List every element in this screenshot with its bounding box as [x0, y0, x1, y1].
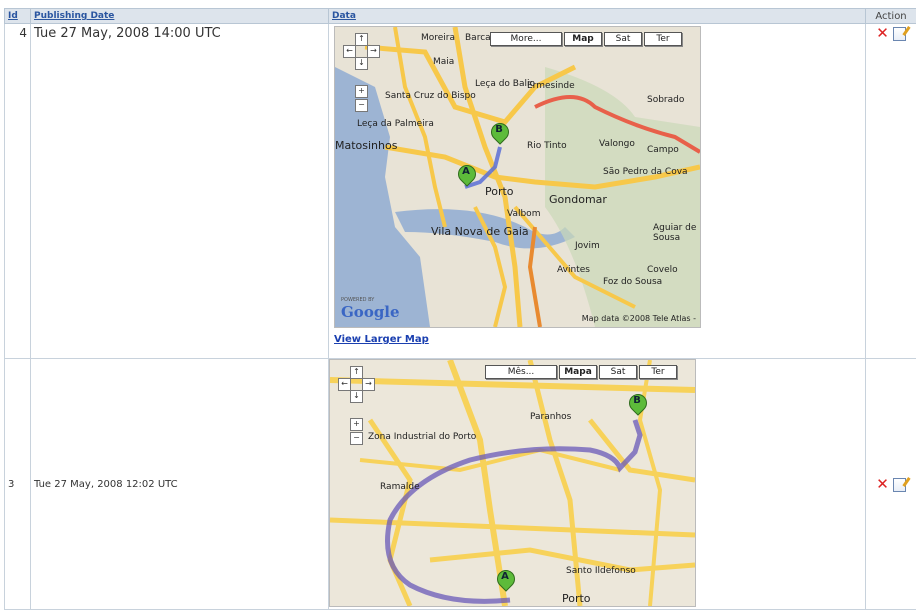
- map-place-label: Foz do Sousa: [603, 277, 662, 287]
- map-place-label: Porto: [485, 185, 514, 198]
- zoom-out-icon[interactable]: −: [355, 99, 368, 112]
- route-marker-a[interactable]: A: [497, 570, 513, 592]
- zoom-in-icon[interactable]: +: [350, 418, 363, 431]
- delete-x-icon[interactable]: ✕: [876, 26, 889, 40]
- map-more-button[interactable]: More...: [490, 32, 562, 46]
- row-actions: ✕: [866, 24, 916, 359]
- route-map[interactable]: More... Map Sat Ter ↑ ← → ↓ + − Moreira: [334, 26, 701, 328]
- map-place-label: Moreira: [421, 33, 455, 43]
- map-more-button[interactable]: Mês...: [485, 365, 557, 379]
- pan-right-icon[interactable]: →: [367, 45, 380, 58]
- table-row: 3 Tue 27 May, 2008 12:02 UTC: [5, 359, 916, 610]
- map-place-label: Aguiar de Sousa: [653, 223, 700, 243]
- records-table: Id Publishing Date Data Action 4 Tue 27 …: [4, 8, 916, 610]
- row-publishing-date: Tue 27 May, 2008 14:00 UTC: [31, 24, 329, 359]
- map-place-label: Avintes: [557, 265, 590, 275]
- map-place-label: Valongo: [599, 139, 635, 149]
- map-place-label: Zona Industrial do Porto: [368, 432, 476, 442]
- delete-x-icon[interactable]: ✕: [876, 477, 889, 491]
- map-type-satellite-button[interactable]: Sat: [604, 32, 642, 46]
- map-place-label: Matosinhos: [335, 139, 397, 152]
- column-header-publishing-date[interactable]: Publishing Date: [31, 9, 329, 24]
- table-row: 4 Tue 27 May, 2008 14:00 UTC: [5, 24, 916, 359]
- map-place-label: Campo: [647, 145, 679, 155]
- map-place-label: Leça da Palmeira: [357, 119, 434, 129]
- view-larger-map-link[interactable]: View Larger Map: [334, 334, 429, 345]
- table-header-row: Id Publishing Date Data Action: [5, 9, 916, 24]
- row-id: 3: [5, 359, 31, 610]
- map-place-label: Maia: [433, 57, 454, 67]
- map-place-label: Valbom: [507, 209, 540, 219]
- column-header-action: Action: [866, 9, 916, 24]
- route-marker-b[interactable]: B: [629, 394, 645, 416]
- map-place-label: Ramalde: [380, 482, 420, 492]
- map-place-label: Vila Nova de Gaia: [431, 225, 529, 238]
- map-type-controls: Mês... Mapa Sat Ter: [485, 365, 677, 379]
- map-place-label: Gondomar: [549, 193, 607, 206]
- row-data-cell: Mês... Mapa Sat Ter ↑ ← → ↓ + − Paranhos: [329, 359, 866, 610]
- map-attribution: Map data ©2008 Tele Atlas -: [582, 314, 696, 323]
- map-place-label: Barca: [465, 33, 491, 43]
- map-type-controls: More... Map Sat Ter: [490, 32, 682, 46]
- route-map[interactable]: Mês... Mapa Sat Ter ↑ ← → ↓ + − Paranhos: [329, 359, 696, 607]
- map-type-map-button[interactable]: Map: [564, 32, 602, 46]
- map-place-label: São Pedro da Cova: [603, 167, 688, 177]
- map-place-label: Rio Tinto: [527, 141, 567, 151]
- map-place-label: Paranhos: [530, 412, 571, 422]
- map-type-terrain-button[interactable]: Ter: [644, 32, 682, 46]
- row-actions: ✕: [866, 359, 916, 610]
- map-place-label: Covelo: [647, 265, 678, 275]
- map-place-label: Santo Ildefonso: [566, 566, 636, 576]
- google-logo[interactable]: Google: [341, 303, 400, 321]
- map-place-label: Sobrado: [647, 95, 684, 105]
- row-id: 4: [5, 24, 31, 359]
- pan-right-icon[interactable]: →: [362, 378, 375, 391]
- edit-document-icon[interactable]: [893, 478, 906, 492]
- map-place-label: Leça do Balio: [475, 79, 535, 89]
- row-data-cell: More... Map Sat Ter ↑ ← → ↓ + − Moreira: [329, 24, 866, 359]
- pan-down-icon[interactable]: ↓: [350, 390, 363, 403]
- route-marker-b[interactable]: B: [491, 123, 507, 145]
- map-type-satellite-button[interactable]: Sat: [599, 365, 637, 379]
- column-header-id[interactable]: Id: [5, 9, 31, 24]
- map-place-label: Porto: [562, 592, 591, 605]
- map-place-label: Jovim: [575, 241, 600, 251]
- map-place-label: Ermesinde: [527, 81, 575, 91]
- row-publishing-date: Tue 27 May, 2008 12:02 UTC: [31, 359, 329, 610]
- edit-document-icon[interactable]: [893, 27, 906, 41]
- pan-down-icon[interactable]: ↓: [355, 57, 368, 70]
- map-place-label: Santa Cruz do Bispo: [385, 91, 476, 101]
- map-type-terrain-button[interactable]: Ter: [639, 365, 677, 379]
- zoom-out-icon[interactable]: −: [350, 432, 363, 445]
- map-type-map-button[interactable]: Mapa: [559, 365, 597, 379]
- zoom-in-icon[interactable]: +: [355, 85, 368, 98]
- column-header-data[interactable]: Data: [329, 9, 866, 24]
- route-marker-a[interactable]: A: [458, 165, 474, 187]
